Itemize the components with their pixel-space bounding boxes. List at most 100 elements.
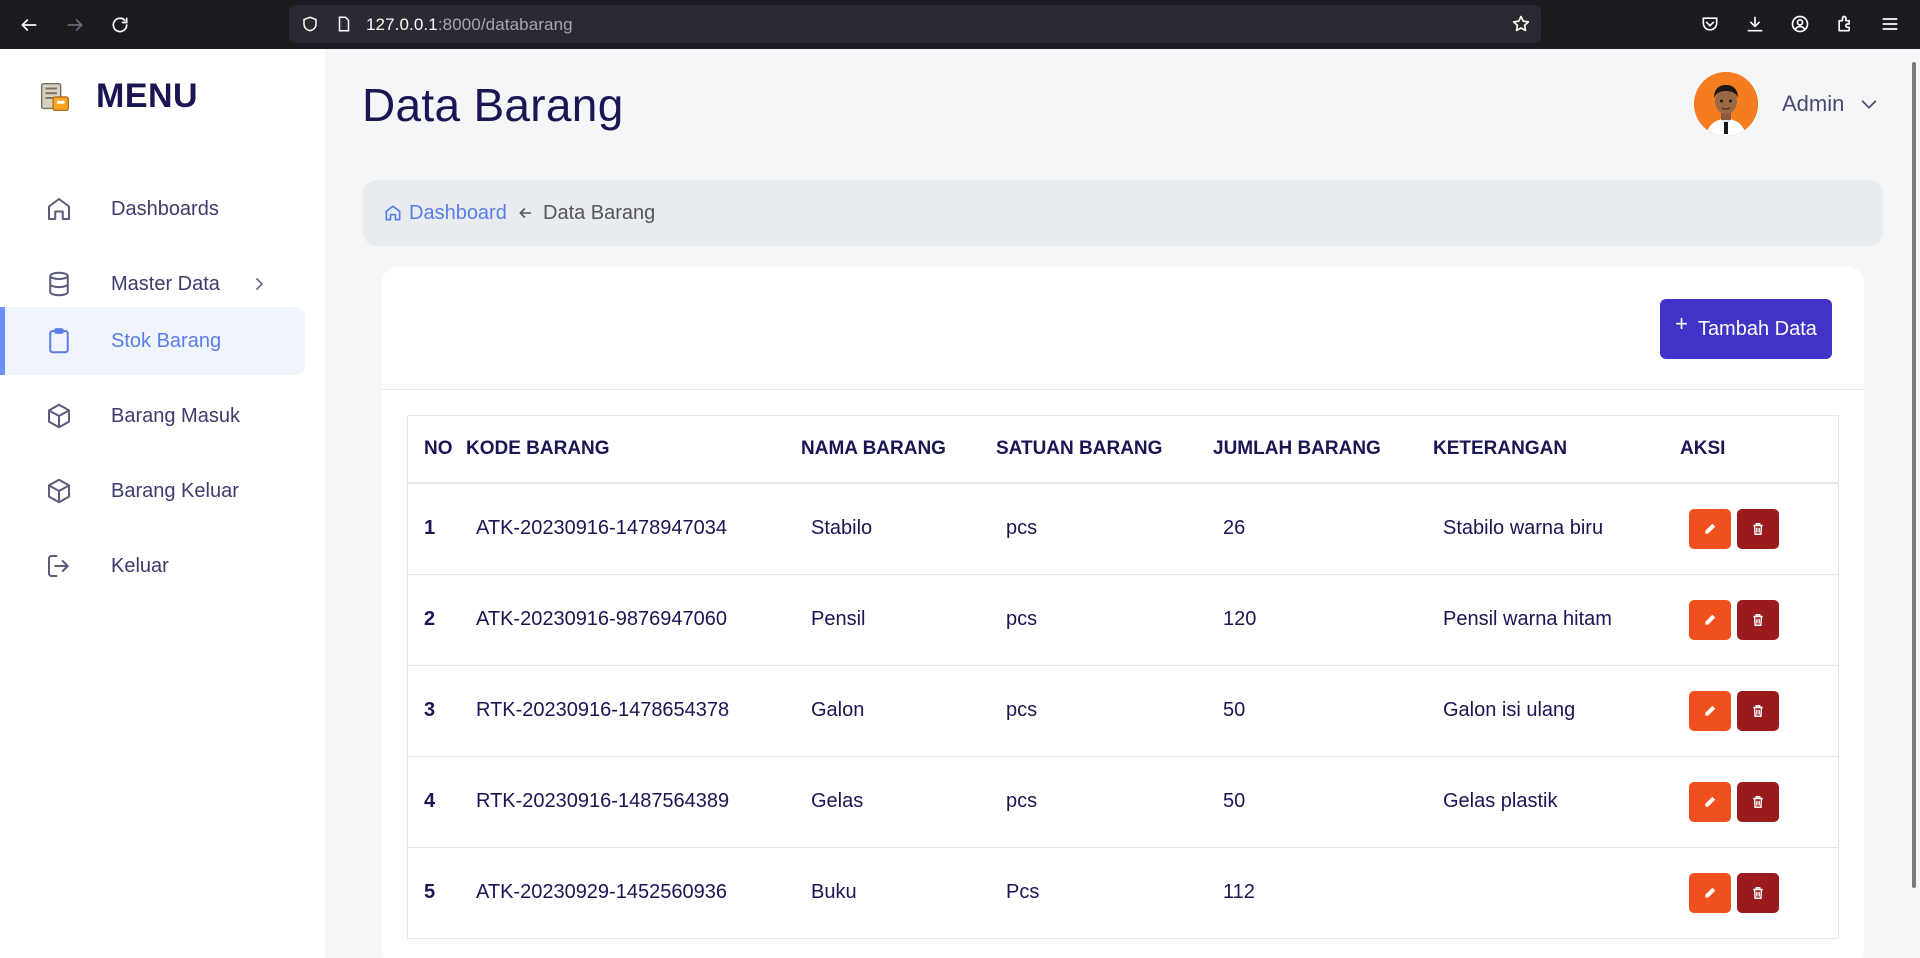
delete-button[interactable]: [1737, 781, 1779, 822]
cell-satuan: Pcs: [1006, 881, 1040, 904]
sidebar-item-stok-barang[interactable]: Stok Barang: [0, 307, 305, 375]
home-icon[interactable]: [383, 203, 403, 223]
sidebar-item-barang-masuk[interactable]: Barang Masuk: [0, 382, 305, 450]
cell-jumlah: 50: [1213, 756, 1433, 848]
cell-jumlah: 112: [1223, 881, 1255, 904]
download-icon[interactable]: [1743, 12, 1767, 36]
page-title: Data Barang: [362, 79, 624, 131]
cell-no: 5: [424, 881, 436, 904]
sidebar-item-label: Master Data: [111, 272, 220, 295]
brand-title: MENU: [96, 77, 199, 115]
app-menu-icon[interactable]: [1878, 12, 1902, 36]
page-icon[interactable]: [335, 15, 353, 33]
sidebar-item-keluar[interactable]: Keluar: [0, 532, 305, 600]
add-data-label: Tambah Data: [1697, 317, 1817, 340]
sidebar-item-label: Barang Masuk: [111, 404, 240, 427]
delete-button[interactable]: [1737, 872, 1779, 913]
column-header[interactable]: JUMLAH BARANG: [1213, 416, 1433, 484]
pencil-icon: [1705, 796, 1716, 807]
cell-no: 3: [408, 665, 466, 757]
cell-kode: ATK-20230916-9876947060: [466, 574, 801, 666]
delete-button[interactable]: [1737, 690, 1779, 731]
forward-button[interactable]: [62, 12, 88, 38]
sidebar-item-label: Stok Barang: [111, 329, 222, 352]
cell-keterangan: Galon isi ulang: [1433, 665, 1680, 757]
edit-button[interactable]: [1689, 508, 1731, 549]
cell-kode: RTK-20230916-1487564389: [466, 756, 801, 848]
account-icon[interactable]: [1788, 12, 1812, 36]
column-header[interactable]: SATUAN BARANG: [996, 416, 1213, 484]
pencil-icon: [1705, 614, 1716, 625]
cell-keterangan: [1433, 847, 1680, 938]
column-header[interactable]: NAMA BARANG: [801, 416, 996, 484]
user-menu[interactable]: Admin: [1694, 72, 1880, 136]
logo-icon: [40, 82, 70, 111]
address-bar[interactable]: 127.0.0.1:8000/databarang: [289, 5, 1541, 43]
edit-button[interactable]: [1689, 781, 1731, 822]
data-card: + Tambah Data NO KODE BARANG NAMA BARANG…: [382, 267, 1864, 958]
cell-satuan: pcs: [996, 483, 1213, 575]
edit-button[interactable]: [1689, 599, 1731, 640]
cell-nama: Pensil: [801, 574, 996, 666]
data-table: NO KODE BARANG NAMA BARANG SATUAN BARANG…: [407, 415, 1839, 939]
edit-button[interactable]: [1689, 690, 1731, 731]
box-icon: [44, 476, 74, 506]
delete-button[interactable]: [1737, 508, 1779, 549]
chevron-down-icon[interactable]: [1858, 93, 1880, 115]
sidebar-item-dashboards[interactable]: Dashboards: [0, 175, 305, 243]
box-icon: [44, 401, 74, 431]
shield-icon[interactable]: [301, 15, 319, 33]
column-header[interactable]: NO: [408, 416, 466, 484]
sidebar-item-label: Barang Keluar: [111, 479, 239, 502]
cell-nama: Gelas: [801, 756, 996, 848]
delete-button[interactable]: [1737, 599, 1779, 640]
reload-button[interactable]: [107, 12, 133, 38]
home-icon: [44, 194, 74, 224]
column-header[interactable]: KETERANGAN: [1433, 416, 1680, 484]
column-header[interactable]: KODE BARANG: [466, 416, 801, 484]
sidebar-item-label: Dashboards: [111, 197, 219, 220]
cell-keterangan: Pensil warna hitam: [1433, 574, 1680, 666]
cell-actions: [1680, 847, 1838, 938]
table-row: 1 ATK-20230916-1478947034 Stabilo pcs 26…: [408, 483, 1838, 575]
cell-keterangan: Stabilo warna biru: [1433, 483, 1680, 575]
page-scrollbar[interactable]: [1912, 62, 1916, 888]
cell-actions: [1680, 483, 1838, 575]
trash-icon: [1753, 613, 1763, 626]
cell-kode: ATK-20230916-1478947034: [466, 483, 801, 575]
url-path: :8000/databarang: [437, 15, 573, 34]
add-data-button[interactable]: + Tambah Data: [1660, 299, 1832, 359]
logout-icon: [44, 551, 74, 581]
table-row: 3 RTK-20230916-1478654378 Galon pcs 50 G…: [408, 665, 1838, 757]
cell-keterangan: Gelas plastik: [1433, 756, 1680, 848]
cell-kode: RTK-20230916-1478654378: [466, 665, 801, 757]
cell-nama: Stabilo: [801, 483, 996, 575]
back-button[interactable]: [16, 12, 42, 38]
column-header: AKSI: [1680, 416, 1838, 484]
cell-jumlah: 26: [1213, 483, 1433, 575]
cell-kode: ATK-20230929-1452560936: [476, 881, 727, 904]
bookmark-star-icon[interactable]: [1511, 14, 1531, 34]
sidebar-item-barang-keluar[interactable]: Barang Keluar: [0, 457, 305, 525]
cell-satuan: pcs: [996, 756, 1213, 848]
breadcrumb-current: Data Barang: [543, 202, 656, 224]
brand: MENU: [36, 77, 198, 116]
breadcrumb-link-dashboard[interactable]: Dashboard: [409, 202, 507, 225]
table-row: 5 ATK-20230929-1452560936 Buku Pcs 112: [408, 847, 1838, 938]
edit-button[interactable]: [1689, 872, 1731, 913]
cell-actions: [1680, 665, 1838, 757]
table-row: 2 ATK-20230916-9876947060 Pensil pcs 120…: [408, 574, 1838, 666]
url-text[interactable]: 127.0.0.1:8000/databarang: [366, 15, 573, 35]
trash-icon: [1753, 704, 1763, 717]
cell-no: 1: [408, 483, 466, 575]
cell-nama: Buku: [811, 881, 857, 904]
user-name[interactable]: Admin: [1782, 91, 1844, 117]
trash-icon: [1753, 522, 1763, 535]
extensions-icon[interactable]: [1833, 12, 1857, 36]
breadcrumb: Dashboard Data Barang: [363, 180, 1883, 246]
cell-no: 4: [408, 756, 466, 848]
cell-nama: Galon: [801, 665, 996, 757]
avatar[interactable]: [1694, 72, 1758, 136]
pocket-icon[interactable]: [1698, 12, 1722, 36]
pencil-icon: [1705, 887, 1716, 898]
